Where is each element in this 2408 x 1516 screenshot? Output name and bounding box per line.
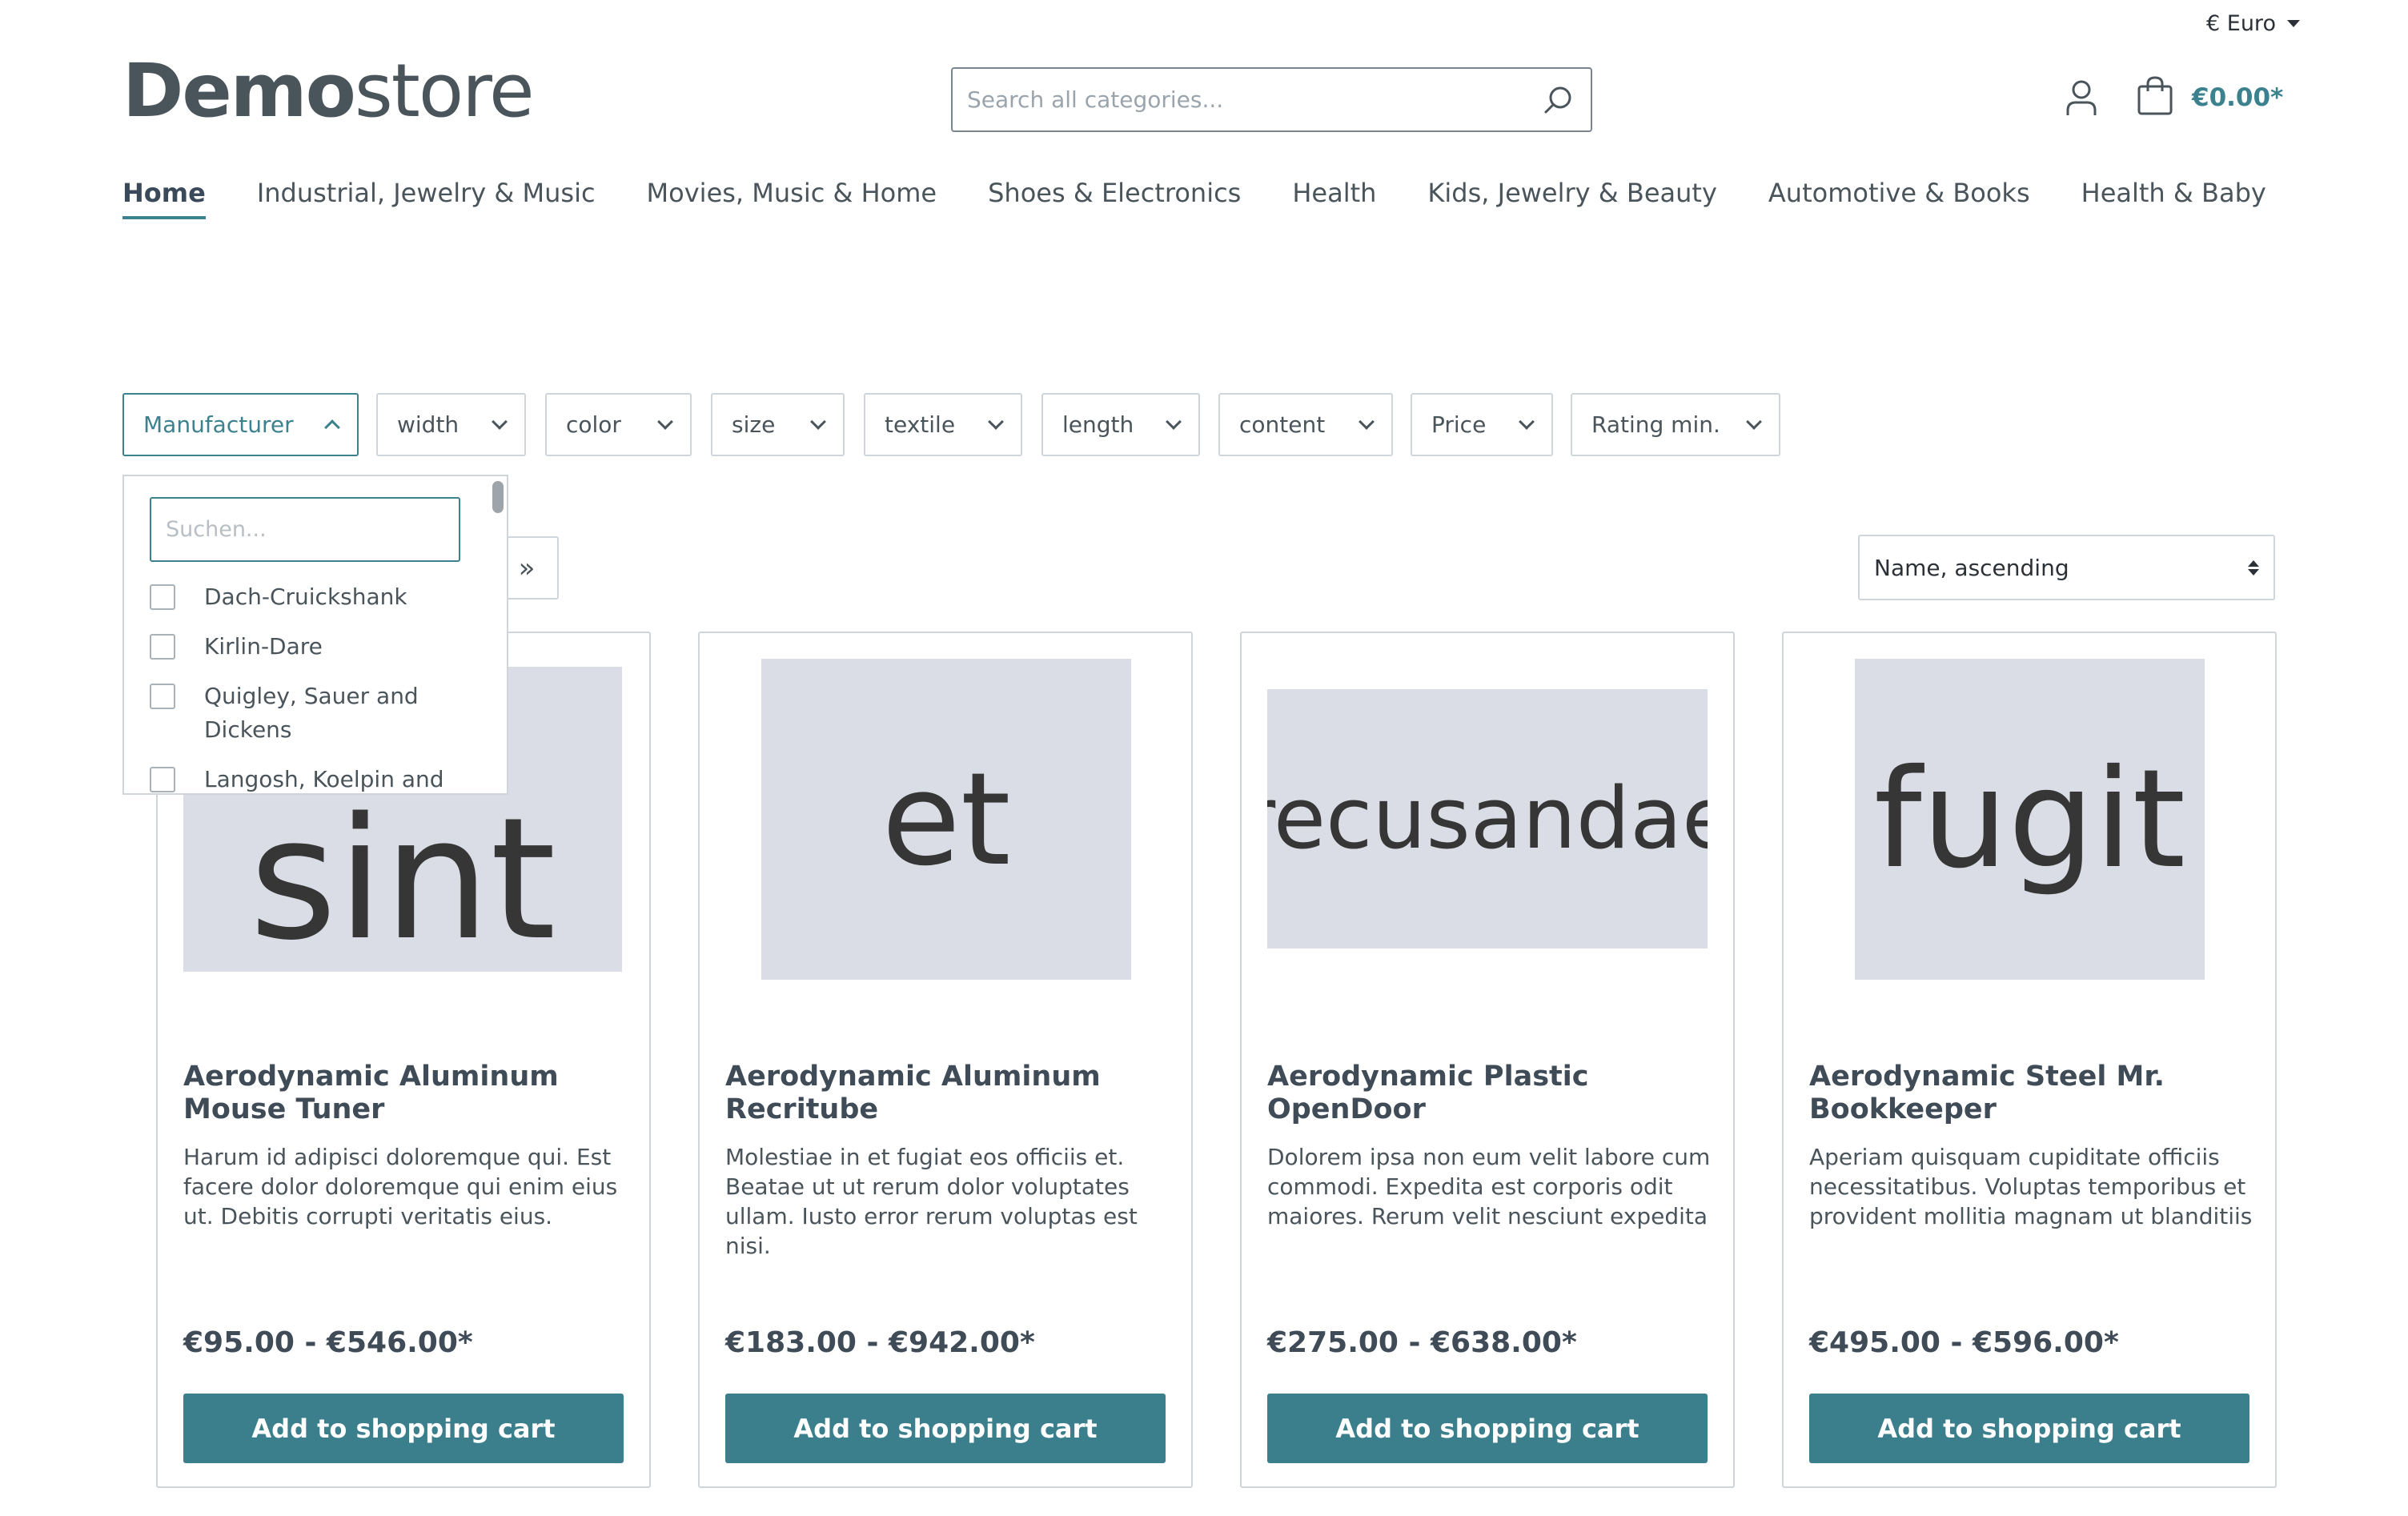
filter-width[interactable]: width — [376, 393, 526, 456]
checkbox[interactable] — [150, 584, 175, 610]
product-title[interactable]: Aerodynamic Aluminum Recritube — [725, 1061, 1174, 1126]
product-price: €183.00 - €942.00* — [725, 1326, 1035, 1359]
option-label: Dach-Cruickshank — [204, 584, 407, 610]
search-icon[interactable] — [1527, 69, 1591, 130]
chevron-down-icon — [988, 413, 1004, 430]
double-chevron-right-icon: » — [518, 551, 536, 584]
nav-item-automotive-books[interactable]: Automotive & Books — [1768, 178, 2030, 219]
sort-arrows-icon — [2248, 559, 2259, 576]
account-icon[interactable] — [2061, 77, 2102, 118]
nav-item-shoes-electronics[interactable]: Shoes & Electronics — [988, 178, 1241, 219]
filter-rating-min[interactable]: Rating min. — [1571, 393, 1780, 456]
filter-label: content — [1239, 411, 1326, 438]
product-card: recusandae Aerodynamic Plastic OpenDoor … — [1240, 632, 1735, 1488]
manufacturer-search-input[interactable] — [150, 497, 460, 562]
filter-label: Price — [1431, 411, 1487, 438]
search-input[interactable] — [967, 86, 1527, 113]
sorting-selected-value: Name, ascending — [1874, 554, 2069, 581]
product-card: et Aerodynamic Aluminum Recritube Molest… — [698, 632, 1193, 1488]
main-navigation: Home Industrial, Jewelry & Music Movies,… — [122, 178, 2266, 219]
chevron-down-icon — [492, 413, 508, 430]
checkbox[interactable] — [150, 767, 175, 792]
dropdown-scrollbar[interactable] — [492, 481, 504, 513]
manufacturer-option[interactable]: Dach-Cruickshank — [150, 580, 454, 614]
add-to-cart-button[interactable]: Add to shopping cart — [725, 1394, 1166, 1463]
filter-label: Manufacturer — [143, 411, 294, 438]
product-image-text: et — [881, 744, 1011, 894]
nav-item-home[interactable]: Home — [122, 178, 206, 219]
filter-label: color — [566, 411, 621, 438]
chevron-down-icon — [1746, 413, 1762, 430]
nav-item-health[interactable]: Health — [1292, 178, 1376, 219]
option-label: Langosh, Koelpin and — [204, 766, 444, 792]
nav-item-industrial-jewelry-music[interactable]: Industrial, Jewelry & Music — [257, 178, 596, 219]
nav-item-kids-jewelry-beauty[interactable]: Kids, Jewelry & Beauty — [1427, 178, 1716, 219]
product-card: fugit Aerodynamic Steel Mr. Bookkeeper A… — [1782, 632, 2277, 1488]
product-image-text: sint — [249, 780, 556, 972]
caret-down-icon — [2286, 20, 2300, 27]
option-label: Kirlin-Dare — [204, 633, 323, 660]
manufacturer-dropdown: Dach-Cruickshank Kirlin-Dare Quigley, Sa… — [122, 475, 508, 795]
add-to-cart-button[interactable]: Add to shopping cart — [183, 1394, 624, 1463]
sorting-select[interactable]: Name, ascending — [1858, 535, 2275, 600]
product-description: Aperiam quisquam cupiditate officiis nec… — [1809, 1144, 2253, 1229]
filter-textile[interactable]: textile — [864, 393, 1022, 456]
product-price: €275.00 - €638.00* — [1267, 1326, 1577, 1359]
cart-total: €0.00* — [2192, 83, 2284, 112]
checkbox[interactable] — [150, 634, 175, 660]
logo-light: store — [354, 48, 535, 134]
product-image-text: recusandae — [1267, 769, 1708, 868]
add-to-cart-button[interactable]: Add to shopping cart — [1809, 1394, 2249, 1463]
nav-item-health-baby[interactable]: Health & Baby — [2081, 178, 2266, 219]
product-image[interactable]: fugit — [1855, 659, 2205, 980]
nav-item-movies-music-home[interactable]: Movies, Music & Home — [647, 178, 937, 219]
filter-manufacturer[interactable]: Manufacturer — [122, 393, 359, 456]
filter-label: size — [732, 411, 776, 438]
product-image-text: fugit — [1873, 740, 2186, 899]
search-box — [951, 67, 1592, 132]
product-price: €95.00 - €546.00* — [183, 1326, 473, 1359]
filter-color[interactable]: color — [545, 393, 692, 456]
manufacturer-option[interactable]: Quigley, Sauer and Dickens — [150, 680, 454, 747]
product-description: Molestiae in et fugiat eos officiis et. … — [725, 1144, 1138, 1259]
add-to-cart-button[interactable]: Add to shopping cart — [1267, 1394, 1708, 1463]
chevron-down-icon — [657, 413, 673, 430]
currency-switcher[interactable]: € Euro — [2206, 11, 2300, 36]
filter-label: Rating min. — [1591, 411, 1720, 438]
filter-label: width — [397, 411, 460, 438]
manufacturer-options: Dach-Cruickshank Kirlin-Dare Quigley, Sa… — [150, 580, 454, 793]
logo[interactable]: Demostore — [122, 54, 535, 128]
chevron-down-icon — [1519, 413, 1535, 430]
product-description: Dolorem ipsa non eum velit labore cum co… — [1267, 1144, 1711, 1229]
filter-label: textile — [885, 411, 956, 438]
filter-label: length — [1062, 411, 1134, 438]
product-title[interactable]: Aerodynamic Steel Mr. Bookkeeper — [1809, 1061, 2258, 1126]
chevron-down-icon — [810, 413, 826, 430]
manufacturer-option[interactable]: Kirlin-Dare — [150, 630, 454, 664]
checkbox[interactable] — [150, 684, 175, 709]
shopping-bag-icon — [2136, 75, 2174, 120]
logo-bold: Demo — [122, 48, 356, 134]
filter-price[interactable]: Price — [1411, 393, 1553, 456]
product-image[interactable]: et — [761, 659, 1131, 980]
product-price: €495.00 - €596.00* — [1809, 1326, 2119, 1359]
product-title[interactable]: Aerodynamic Aluminum Mouse Tuner — [183, 1061, 632, 1126]
manufacturer-option[interactable]: Langosh, Koelpin and — [150, 763, 454, 793]
chevron-up-icon — [324, 419, 340, 435]
filter-size[interactable]: size — [711, 393, 845, 456]
cart-button[interactable]: €0.00* — [2136, 75, 2283, 120]
option-label: Quigley, Sauer and Dickens — [204, 683, 419, 743]
chevron-down-icon — [1166, 413, 1182, 430]
product-description: Harum id adipisci doloremque qui. Est fa… — [183, 1144, 618, 1229]
chevron-down-icon — [1359, 413, 1375, 430]
filter-content[interactable]: content — [1218, 393, 1393, 456]
product-image[interactable]: recusandae — [1267, 689, 1708, 949]
filter-length[interactable]: length — [1041, 393, 1200, 456]
currency-label: € Euro — [2206, 11, 2276, 36]
product-title[interactable]: Aerodynamic Plastic OpenDoor — [1267, 1061, 1716, 1126]
